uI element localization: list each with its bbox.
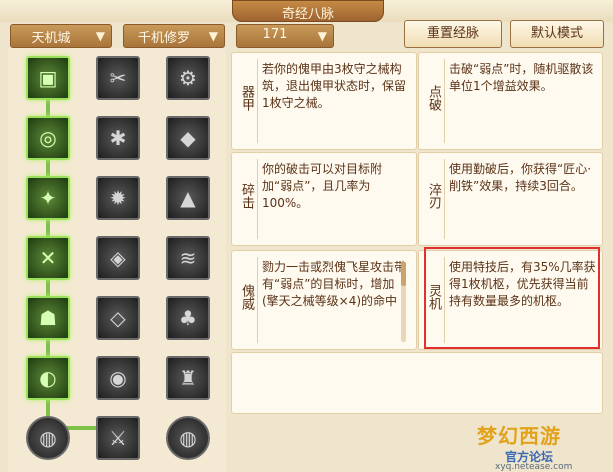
talent-card-label: 淬刃 — [426, 183, 441, 209]
logo-name: 梦幻西游 — [477, 424, 561, 448]
level-select[interactable]: 171 ▼ — [236, 24, 334, 48]
talent-card-description: 使用勤破后，你获得“匠心·削铁”效果，持续3回合。 — [449, 162, 592, 193]
talent-card[interactable]: 淬刃 使用勤破后，你获得“匠心·削铁”效果，持续3回合。 — [418, 152, 603, 246]
anvil-icon: ▲ — [180, 186, 196, 210]
meridian-node[interactable]: ◇ — [96, 296, 140, 340]
card-divider — [257, 159, 258, 239]
card-divider — [257, 59, 258, 143]
sword-icon: ✕ — [39, 246, 57, 270]
tree-icon: ♣ — [179, 306, 197, 330]
meridian-node[interactable]: ≋ — [166, 236, 210, 280]
meridian-node[interactable]: ◈ — [96, 236, 140, 280]
talent-card-label: 傀威 — [239, 284, 254, 310]
level-select-value: 171 — [262, 27, 288, 42]
talent-card-description: 勠力一击或烈傀飞星攻击带有“弱点”的目标时，增加(擎天之械等级×4)的命中 — [262, 260, 407, 308]
branch-select[interactable]: 千机修罗 ▼ — [123, 24, 225, 48]
talent-card-label: 器甲 — [239, 85, 254, 111]
meridian-node[interactable]: ◆ — [166, 116, 210, 160]
gear-icon: ⚙ — [179, 66, 197, 90]
cube-icon: ◈ — [110, 246, 126, 270]
chevron-down-icon: ▼ — [208, 29, 218, 43]
meridian-node[interactable]: ♣ — [166, 296, 210, 340]
meridian-node[interactable]: ♜ — [166, 356, 210, 400]
empty-card-slot — [231, 352, 603, 414]
school-select[interactable]: 天机城 ▼ — [10, 24, 112, 48]
card-divider — [444, 159, 445, 239]
talent-card-description: 击破“弱点”时，随机驱散该单位1个增益效果。 — [449, 62, 594, 93]
shield-icon: ◇ — [110, 306, 126, 330]
talent-card[interactable]: 器甲 若你的傀甲由3枚守之械构筑，退出傀甲状态时，保留1枚守之械。 — [231, 52, 417, 150]
meridian-node[interactable]: ◍ — [26, 416, 70, 460]
card-divider — [444, 59, 445, 143]
school-select-value: 天机城 — [31, 31, 71, 46]
window-title-plate: 奇经八脉 — [232, 0, 384, 22]
card-divider — [257, 257, 258, 343]
default-mode-button[interactable]: 默认模式 — [510, 20, 604, 48]
meridian-node[interactable]: ◐ — [26, 356, 70, 400]
talent-card-label: 碎击 — [239, 183, 254, 209]
flame-icon: ✹ — [109, 186, 127, 210]
meridian-node[interactable]: ✕ — [26, 236, 70, 280]
talent-card-label: 点破 — [426, 85, 441, 111]
spiral-icon: ◉ — [109, 366, 127, 390]
meridian-node[interactable]: ✱ — [96, 116, 140, 160]
meridian-node[interactable]: ☗ — [26, 296, 70, 340]
claw-icon: ✱ — [109, 126, 127, 150]
chevron-down-icon: ▼ — [95, 29, 105, 43]
book-icon: ▣ — [38, 66, 58, 90]
ring-icon: ◎ — [39, 126, 57, 150]
meridian-node[interactable]: ⚔ — [96, 416, 140, 460]
sword-emblem-icon: ⚔ — [109, 426, 127, 450]
card-scrollbar-thumb[interactable] — [401, 262, 406, 286]
mask-icon: ☗ — [39, 306, 57, 330]
talent-card[interactable]: 点破 击破“弱点”时，随机驱散该单位1个增益效果。 — [418, 52, 603, 150]
game-logo: 梦幻西游 官方论坛 xyq.netease.com — [477, 420, 609, 472]
reset-meridian-button[interactable]: 重置经脉 — [404, 20, 502, 48]
chevron-down-icon: ▼ — [317, 29, 327, 43]
swirl-icon: ◐ — [39, 366, 57, 390]
talent-card-description: 你的破击可以对目标附加“弱点”，且几率为100%。 — [262, 162, 383, 210]
meridian-node[interactable]: ◎ — [26, 116, 70, 160]
window-title: 奇经八脉 — [281, 7, 334, 22]
meridian-node[interactable]: ▲ — [166, 176, 210, 220]
meridian-node[interactable]: ◉ — [96, 356, 140, 400]
meridian-node[interactable]: ✂ — [96, 56, 140, 100]
title-bar: 奇经八脉 — [0, 0, 613, 22]
scissors-icon: ✂ — [109, 66, 127, 90]
branch-select-value: 千机修罗 — [137, 31, 190, 46]
logo-url: xyq.netease.com — [495, 462, 573, 472]
orb-icon: ◍ — [179, 426, 197, 450]
meridian-node[interactable]: ✦ — [26, 176, 70, 220]
armor-icon: ♜ — [179, 366, 197, 390]
selected-card-highlight — [424, 247, 600, 349]
meridian-node[interactable]: ▣ — [26, 56, 70, 100]
rock-icon: ◆ — [180, 126, 196, 150]
orb-icon: ◍ — [39, 426, 57, 450]
card-scrollbar[interactable] — [401, 262, 406, 342]
slash-icon: ≋ — [179, 246, 197, 270]
meridian-node[interactable]: ✹ — [96, 176, 140, 220]
talent-card-description: 若你的傀甲由3枚守之械构筑，退出傀甲状态时，保留1枚守之械。 — [262, 62, 407, 110]
meridian-node[interactable]: ⚙ — [166, 56, 210, 100]
talent-card[interactable]: 傀威 勠力一击或烈傀飞星攻击带有“弱点”的目标时，增加(擎天之械等级×4)的命中 — [231, 250, 417, 350]
meridian-node[interactable]: ◍ — [166, 416, 210, 460]
bolt-icon: ✦ — [39, 186, 57, 210]
talent-card[interactable]: 碎击 你的破击可以对目标附加“弱点”，且几率为100%。 — [231, 152, 417, 246]
